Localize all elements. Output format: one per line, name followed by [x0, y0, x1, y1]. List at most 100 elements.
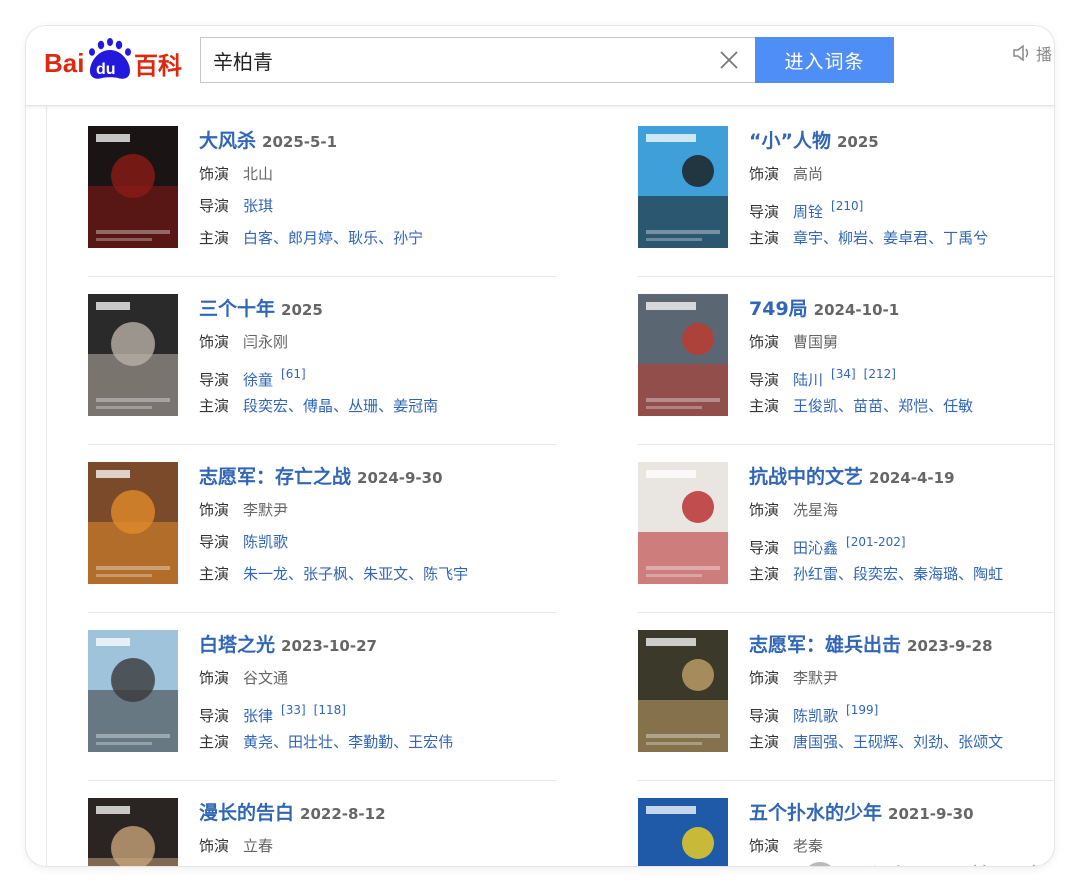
- film-item: “小”人物 2025 饰演 高尚 导演 周铨 [210] 主演 章宇、柳岩、姜卓君、丁禹兮: [638, 126, 1054, 254]
- cast-link[interactable]: 陈飞宇: [423, 565, 468, 583]
- film-title-link[interactable]: 志愿军：存亡之战: [199, 466, 351, 488]
- film-title-link[interactable]: 志愿军：雄兵出击: [749, 634, 901, 656]
- cast-separator: 、: [868, 229, 884, 247]
- cast-label: 主演: [749, 229, 780, 247]
- director-link[interactable]: 周铨: [793, 203, 823, 221]
- cast-link[interactable]: 田壮壮: [288, 733, 333, 751]
- cast-link[interactable]: 苗苗: [853, 397, 883, 415]
- director-link[interactable]: 陆川: [793, 371, 823, 389]
- role-label: 饰演: [199, 837, 230, 855]
- director-link[interactable]: 张琪: [243, 197, 273, 215]
- director-link[interactable]: 陈凯歌: [793, 707, 838, 725]
- film-title-link[interactable]: 749局: [749, 298, 808, 320]
- search-input[interactable]: [200, 37, 756, 83]
- film-title-link[interactable]: 漫长的告白: [199, 802, 294, 824]
- cast-link[interactable]: 朱一龙: [243, 565, 288, 583]
- role-label: 饰演: [199, 501, 230, 519]
- film-poster[interactable]: [88, 462, 178, 584]
- cast-link[interactable]: 任敏: [943, 397, 973, 415]
- read-aloud-label[interactable]: 播: [1036, 41, 1052, 65]
- cast-row: 主演 唐国强、王砚辉、刘劲、张颂文: [749, 730, 1003, 754]
- cast-link[interactable]: 王砚辉: [853, 733, 898, 751]
- film-release-date: 2025: [281, 301, 323, 319]
- citation-link[interactable]: [61]: [281, 367, 306, 381]
- citation-link[interactable]: [33]: [281, 703, 306, 717]
- cast-link[interactable]: 黄尧: [243, 733, 273, 751]
- cast-link[interactable]: 姜冠南: [393, 397, 438, 415]
- citation-link[interactable]: [34]: [831, 367, 856, 381]
- wechat-icon: [809, 862, 831, 866]
- cast-link[interactable]: 孙宁: [393, 229, 423, 247]
- cast-separator: 、: [288, 397, 304, 415]
- role-name: 立春: [243, 837, 274, 855]
- citation-link[interactable]: [210]: [831, 199, 863, 213]
- watermark-text: 公众号 · 萝严肃: [858, 858, 1048, 866]
- film-poster[interactable]: [88, 126, 178, 248]
- citation-link[interactable]: [199]: [846, 703, 878, 717]
- film-title-link[interactable]: 三个十年: [199, 298, 275, 320]
- cast-link[interactable]: 耿乐: [348, 229, 378, 247]
- baidu-baike-logo[interactable]: Bai du 百科: [44, 38, 188, 82]
- film-title-link[interactable]: “小”人物: [749, 130, 831, 152]
- cast-link[interactable]: 秦海璐: [913, 565, 958, 583]
- director-link[interactable]: 陈凯歌: [243, 533, 288, 551]
- film-poster[interactable]: [88, 630, 178, 752]
- cast-link[interactable]: 段奕宏: [853, 565, 898, 583]
- cast-link[interactable]: 李勤勤: [348, 733, 393, 751]
- film-poster[interactable]: [88, 294, 178, 416]
- film-poster[interactable]: [638, 462, 728, 584]
- director-list: 张律 [33] [118]: [243, 703, 346, 725]
- film-item: 抗战中的文艺 2024-4-19 饰演 冼星海 导演 田沁鑫 [201-202] 主演 孙红雷、…: [638, 462, 1054, 590]
- film-title-link[interactable]: 白塔之光: [199, 634, 275, 656]
- cast-list: 章宇、柳岩、姜卓君、丁禹兮: [793, 229, 988, 247]
- cast-separator: 、: [273, 229, 289, 247]
- cast-link[interactable]: 唐国强: [793, 733, 838, 751]
- cast-link[interactable]: 孙红雷: [793, 565, 838, 583]
- film-title-link[interactable]: 抗战中的文艺: [749, 466, 863, 488]
- enter-entry-button[interactable]: 进入词条: [755, 37, 894, 83]
- director-row: 导演 徐童 [61]: [199, 362, 306, 389]
- film-poster[interactable]: [638, 126, 728, 248]
- cast-link[interactable]: 朱亚文: [363, 565, 408, 583]
- cast-link[interactable]: 张子枫: [303, 565, 348, 583]
- cast-link[interactable]: 郑恺: [898, 397, 928, 415]
- role-name: 闫永刚: [243, 333, 289, 351]
- director-link[interactable]: 田沁鑫: [793, 539, 838, 557]
- film-title-link[interactable]: 大风杀: [199, 130, 256, 152]
- speaker-icon[interactable]: [1012, 43, 1032, 63]
- director-label: 导演: [199, 533, 230, 551]
- cast-link[interactable]: 傅晶: [303, 397, 333, 415]
- cast-row: 主演 朱一龙、张子枫、朱亚文、陈飞宇: [199, 562, 468, 586]
- svg-text:du: du: [96, 61, 116, 78]
- cast-link[interactable]: 张颂文: [958, 733, 1003, 751]
- cast-link[interactable]: 章宇: [793, 229, 823, 247]
- clear-icon[interactable]: [718, 49, 740, 71]
- citation-link[interactable]: [118]: [314, 703, 346, 717]
- citation-link[interactable]: [212]: [864, 367, 896, 381]
- cast-link[interactable]: 王宏伟: [408, 733, 453, 751]
- film-poster[interactable]: [638, 798, 728, 866]
- film-poster[interactable]: [638, 294, 728, 416]
- cast-link[interactable]: 柳岩: [838, 229, 868, 247]
- cast-link[interactable]: 丁禹兮: [943, 229, 988, 247]
- cast-row: 主演 章宇、柳岩、姜卓君、丁禹兮: [749, 226, 988, 250]
- citation-link[interactable]: [201-202]: [846, 535, 906, 549]
- director-label: 导演: [749, 707, 780, 725]
- cast-link[interactable]: 郎月婷: [288, 229, 333, 247]
- cast-link[interactable]: 刘劲: [913, 733, 943, 751]
- cast-link[interactable]: 王俊凯: [793, 397, 838, 415]
- cast-link[interactable]: 姜卓君: [883, 229, 928, 247]
- film-title-link[interactable]: 五个扑水的少年: [749, 802, 882, 824]
- cast-link[interactable]: 陶虹: [973, 565, 1003, 583]
- film-title-line: 749局 2024-10-1: [749, 294, 899, 324]
- director-link[interactable]: 徐童: [243, 371, 273, 389]
- role-row: 饰演 北山: [199, 162, 273, 186]
- cast-link[interactable]: 丛珊: [348, 397, 378, 415]
- director-link[interactable]: 张律: [243, 707, 273, 725]
- cast-link[interactable]: 段奕宏: [243, 397, 288, 415]
- film-poster[interactable]: [638, 630, 728, 752]
- cast-list: 王俊凯、苗苗、郑恺、任敏: [793, 397, 973, 415]
- film-release-date: 2021-9-30: [888, 805, 974, 823]
- film-poster[interactable]: [88, 798, 178, 866]
- cast-link[interactable]: 白客: [243, 229, 273, 247]
